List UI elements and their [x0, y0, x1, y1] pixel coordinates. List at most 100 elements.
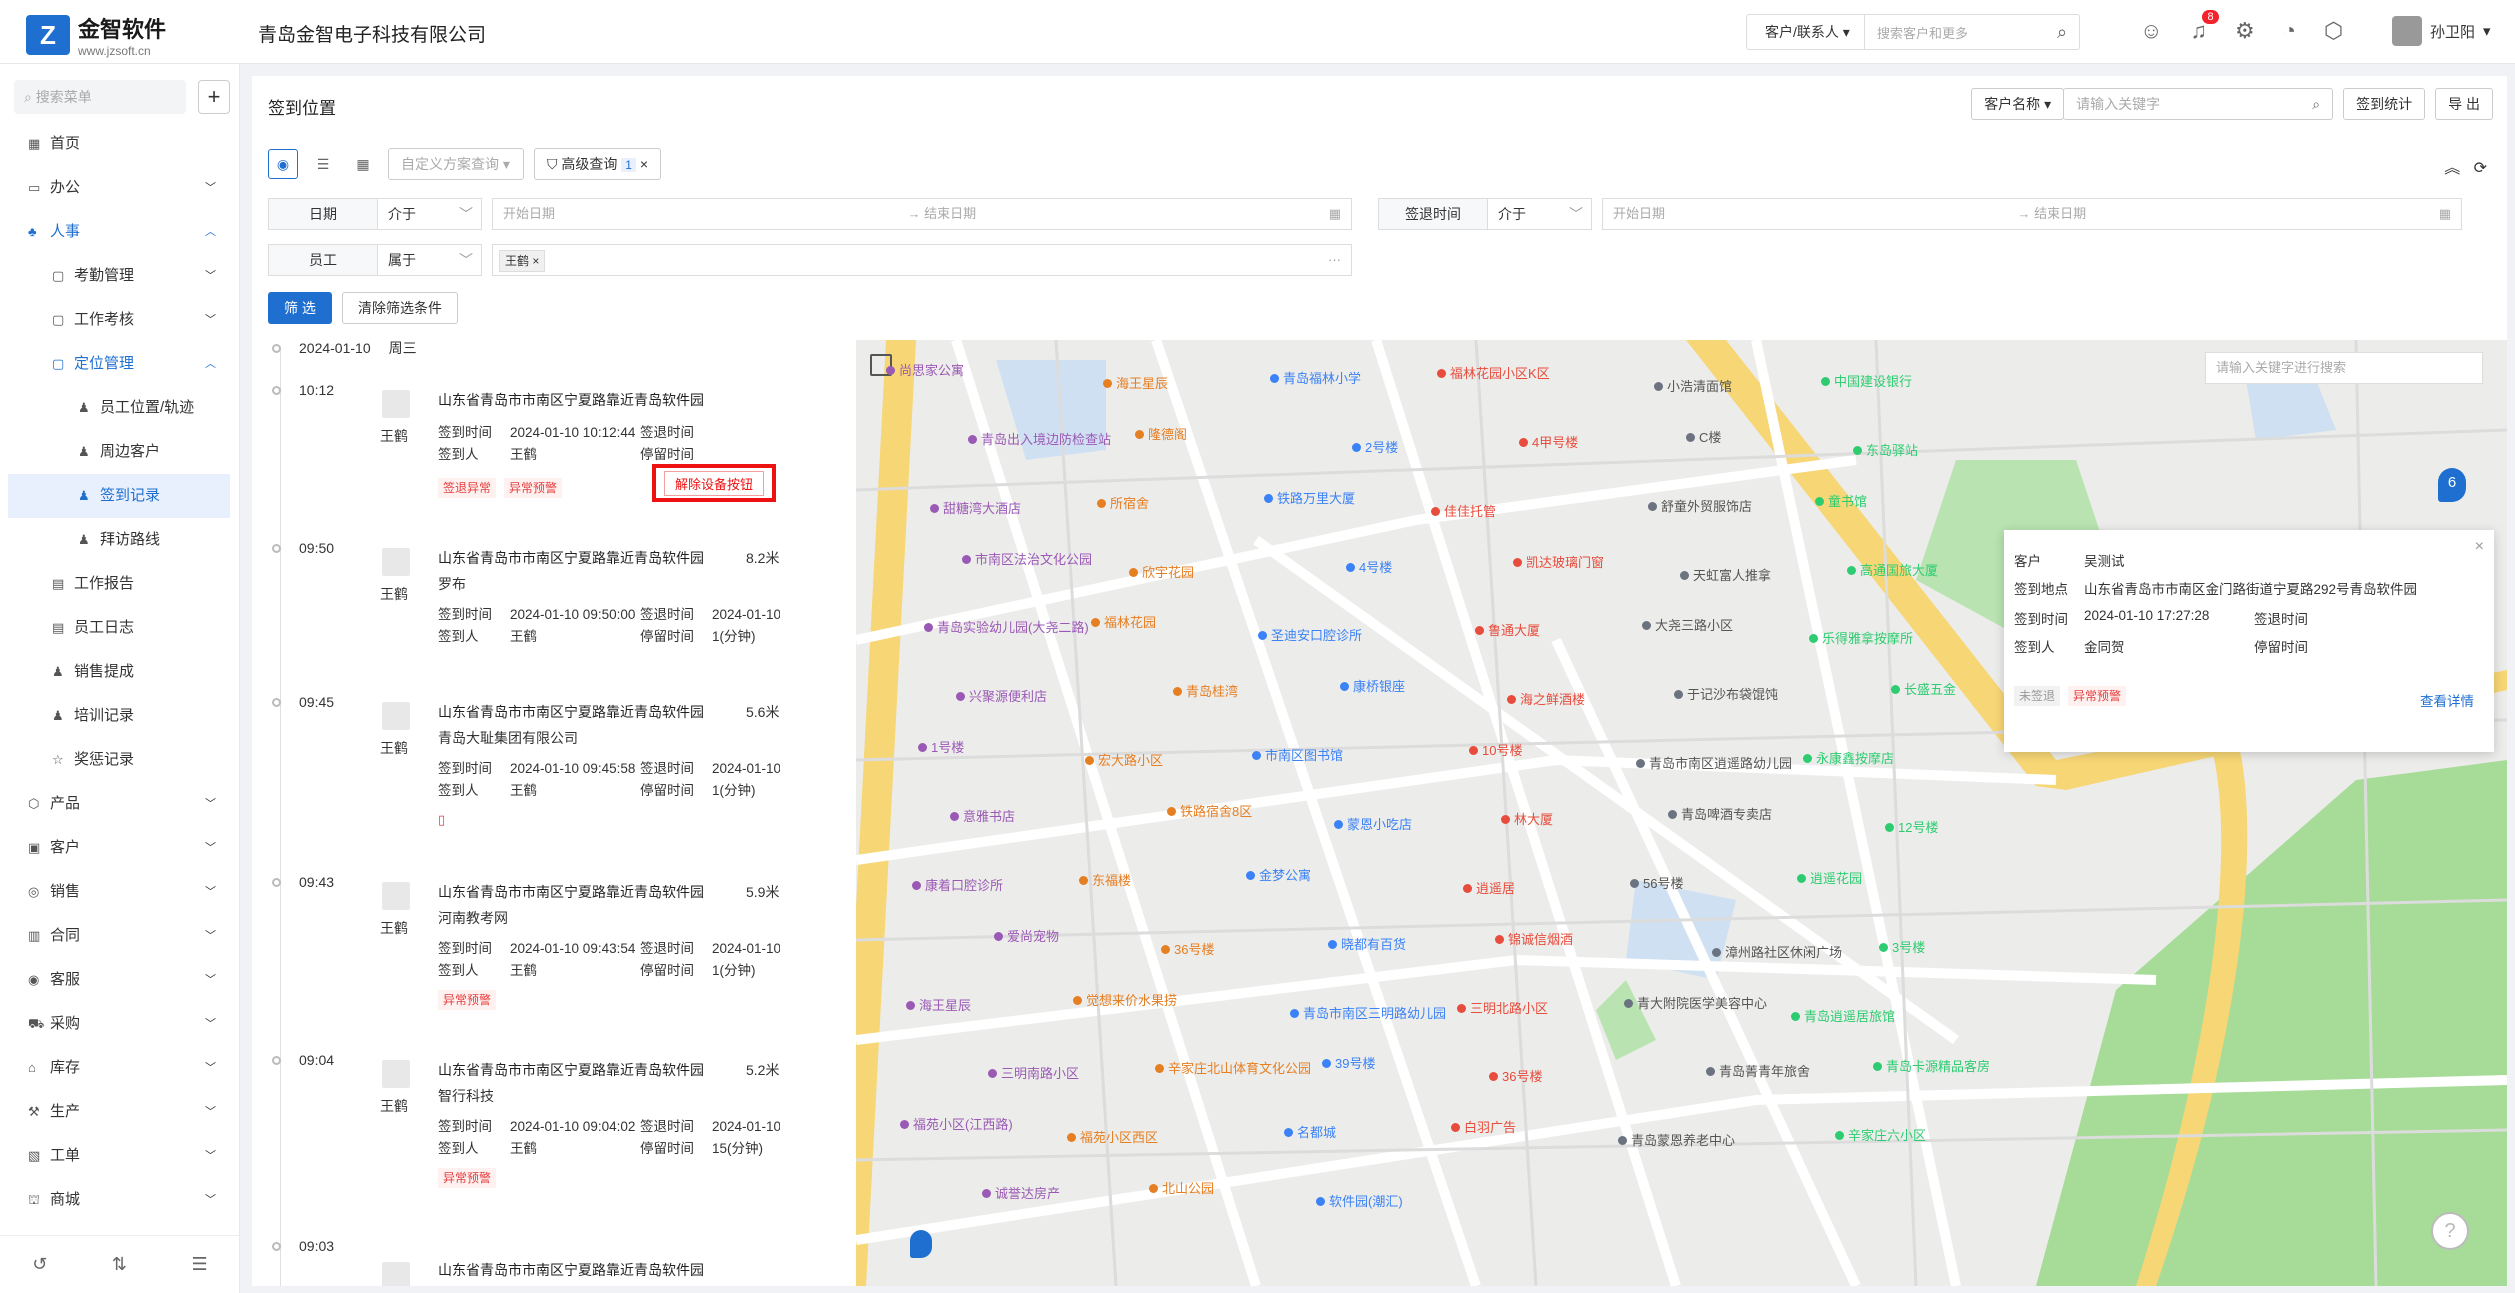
map-poi-label[interactable]: 逍遥居	[1463, 878, 1515, 897]
sidebar-item-commission[interactable]: ♟ 销售提成	[8, 650, 230, 694]
map-view-icon[interactable]: ◉	[268, 149, 298, 179]
advanced-query-button[interactable]: ⛉ 高级查询 1 ×	[534, 148, 662, 180]
date-range-input[interactable]: 开始日期 → 结束日期 ▦	[492, 198, 1352, 230]
map-poi-label[interactable]: 逍遥花园	[1797, 868, 1862, 887]
map-poi-label[interactable]: 福林花园小区K区	[1437, 363, 1550, 382]
refresh-icon[interactable]: ⟳	[2474, 160, 2487, 177]
employee-tag[interactable]: 王鹤 ×	[499, 250, 546, 272]
sidebar-item-attendance[interactable]: ▢ 考勤管理 ﹀	[8, 254, 230, 298]
map-poi-label[interactable]: 尚思家公寓	[886, 360, 964, 379]
sidebar-item-work-report[interactable]: ▤ 工作报告	[8, 562, 230, 606]
map-poi-label[interactable]: 所宿舍	[1097, 493, 1149, 512]
map-poi-label[interactable]: 锦诚信烟酒	[1495, 929, 1573, 948]
custom-query-select[interactable]: 自定义方案查询 ▾	[388, 148, 524, 180]
map-poi-label[interactable]: 晓都有百货	[1328, 934, 1406, 953]
collapse-up-icon[interactable]: ︽	[2444, 160, 2460, 177]
history-icon[interactable]: ↺	[32, 1254, 47, 1275]
map-poi-label[interactable]: 市南区图书馆	[1252, 745, 1343, 764]
map-poi-label[interactable]: 海之鲜酒楼	[1507, 689, 1585, 708]
global-search[interactable]: 客户/联系人 ▾ 搜索客户和更多 ⌕	[1746, 14, 2080, 50]
map-poi-label[interactable]: 青岛菁青年旅舍	[1706, 1061, 1810, 1080]
sidebar-item-contract[interactable]: ▥ 合同 ﹀	[8, 914, 230, 958]
map-poi-label[interactable]: 10号楼	[1469, 740, 1522, 759]
map-poi-label[interactable]: 海王星辰	[906, 995, 971, 1014]
map-poi-label[interactable]: 福苑小区(江西路)	[900, 1114, 1013, 1133]
employee-operator-select[interactable]: 属于 ﹀	[378, 244, 482, 276]
calendar-view-icon[interactable]: ▦	[348, 149, 378, 179]
add-menu-button[interactable]: +	[198, 80, 230, 114]
map-poi-label[interactable]: 福苑小区西区	[1067, 1127, 1158, 1146]
map-poi-label[interactable]: 于记沙布袋馄饨	[1674, 684, 1778, 703]
bell-icon[interactable]: ♫ 8	[2190, 10, 2219, 44]
map-poi-label[interactable]: 青岛桂湾	[1173, 681, 1238, 700]
filter-button[interactable]: 筛 选	[268, 292, 332, 324]
sidebar-item-hr[interactable]: ♣ 人事 ︿	[8, 210, 230, 254]
chart-icon[interactable]: ◔	[2283, 18, 2296, 44]
sidebar-item-training[interactable]: ♟ 培训记录	[8, 694, 230, 738]
map-poi-label[interactable]: 青岛实验幼儿园(大尧二路)	[924, 617, 1089, 636]
map-pin-icon[interactable]: 6	[2438, 468, 2466, 502]
menu-collapse-icon[interactable]: ☰	[192, 1254, 208, 1275]
map-poi-label[interactable]: 诚誉达房产	[982, 1183, 1060, 1202]
map-poi-label[interactable]: 鲁通大厦	[1475, 620, 1540, 639]
map-poi-label[interactable]: 铁路万里大厦	[1264, 488, 1355, 507]
map-poi-label[interactable]: 长盛五金	[1891, 679, 1956, 698]
attachment-icon[interactable]: ▯	[438, 812, 445, 828]
logo[interactable]: Z 金智软件 www.jzsoft.cn	[26, 12, 166, 58]
map-poi-label[interactable]: 东福楼	[1079, 870, 1131, 889]
map-poi-label[interactable]: 海王星辰	[1103, 373, 1168, 392]
map-poi-label[interactable]: 市南区法治文化公园	[962, 549, 1092, 568]
map-poi-label[interactable]: 青岛市南区三明路幼儿园	[1290, 1003, 1446, 1022]
map-poi-label[interactable]: 青岛出入境边防检查站	[968, 429, 1111, 448]
map-poi-label[interactable]: 三明南路小区	[988, 1063, 1079, 1082]
sidebar-item-employee-log[interactable]: ▤ 员工日志	[8, 606, 230, 650]
sidebar-item-rewards[interactable]: ☆ 奖惩记录	[8, 738, 230, 782]
sidebar-item-checkin-records[interactable]: ♟ 签到记录	[8, 474, 230, 518]
sidebar-item-nearby-customers[interactable]: ♟ 周边客户	[8, 430, 230, 474]
sidebar-item-customer[interactable]: ▣ 客户 ﹀	[8, 826, 230, 870]
map-poi-label[interactable]: 东岛驿站	[1853, 440, 1918, 459]
checkout-range-input[interactable]: 开始日期 → 结束日期 ▦	[1602, 198, 2462, 230]
sidebar-item-home[interactable]: ▦ 首页	[8, 122, 230, 166]
map-poi-label[interactable]: 蒙恩小吃店	[1334, 814, 1412, 833]
map-poi-label[interactable]: C楼	[1686, 427, 1721, 446]
map-poi-label[interactable]: 56号楼	[1630, 873, 1683, 892]
map-poi-label[interactable]: 辛家庄六小区	[1835, 1125, 1926, 1144]
map-poi-label[interactable]: 4甲号楼	[1519, 432, 1578, 451]
map-poi-label[interactable]: 36号楼	[1489, 1066, 1542, 1085]
map-poi-label[interactable]: 3号楼	[1879, 937, 1925, 956]
map-poi-label[interactable]: 名都城	[1284, 1122, 1336, 1141]
clear-filter-button[interactable]: 清除筛选条件	[342, 292, 458, 324]
keyword-input[interactable]: 请输入关键字 ⌕	[2063, 88, 2334, 120]
map-poi-label[interactable]: 软件园(潮汇)	[1316, 1191, 1403, 1210]
map-poi-label[interactable]: 辛家庄北山体育文化公园	[1155, 1058, 1311, 1077]
sidebar-item-visit-route[interactable]: ♟ 拜访路线	[8, 518, 230, 562]
map-poi-label[interactable]: 康桥银座	[1340, 676, 1405, 695]
map[interactable]: 请输入关键字进行搜索 尚思家公寓 海王星辰 青岛福林小学 福林花园小区K区 小浩清面馆 中…	[856, 340, 2507, 1286]
map-poi-label[interactable]: 林大厦	[1501, 809, 1553, 828]
map-poi-label[interactable]: 圣迪安口腔诊所	[1258, 625, 1362, 644]
map-poi-label[interactable]: 甜糖湾大酒店	[930, 498, 1021, 517]
map-poi-label[interactable]: 童书馆	[1815, 491, 1867, 510]
sidebar-item-production[interactable]: ⚒ 生产 ﹀	[8, 1090, 230, 1134]
map-poi-label[interactable]: 青岛市南区逍遥路幼儿园	[1636, 753, 1792, 772]
employee-input[interactable]: 王鹤 × ···	[492, 244, 1352, 276]
map-poi-label[interactable]: 兴聚源便利店	[956, 686, 1047, 705]
sidebar-item-service[interactable]: ◉ 客服 ﹀	[8, 958, 230, 1002]
map-poi-label[interactable]: 1号楼	[918, 737, 964, 756]
sidebar-item-assessment[interactable]: ▢ 工作考核 ﹀	[8, 298, 230, 342]
map-poi-label[interactable]: 北山公园	[1149, 1178, 1214, 1197]
map-poi-label[interactable]: 爱尚宠物	[994, 926, 1059, 945]
scope-select[interactable]: 客户名称 ▾	[1971, 88, 2065, 120]
map-poi-label[interactable]: 漳州路社区休闲广场	[1712, 942, 1842, 961]
map-search-input[interactable]: 请输入关键字进行搜索	[2205, 352, 2483, 384]
map-poi-label[interactable]: 青大附院医学美容中心	[1624, 993, 1767, 1012]
sidebar-item-purchase[interactable]: ⛟ 采购 ﹀	[8, 1002, 230, 1046]
map-poi-label[interactable]: 天虹富人推拿	[1680, 565, 1771, 584]
sidebar-item-inventory[interactable]: ⌂ 库存 ﹀	[8, 1046, 230, 1090]
sidebar-item-mall[interactable]: ⛫ 商城 ﹀	[8, 1178, 230, 1222]
map-poi-label[interactable]: 4号楼	[1346, 557, 1392, 576]
sidebar-item-sales[interactable]: ◎ 销售 ﹀	[8, 870, 230, 914]
map-poi-label[interactable]: 宏大路小区	[1085, 750, 1163, 769]
map-poi-label[interactable]: 中国建设银行	[1821, 371, 1912, 390]
